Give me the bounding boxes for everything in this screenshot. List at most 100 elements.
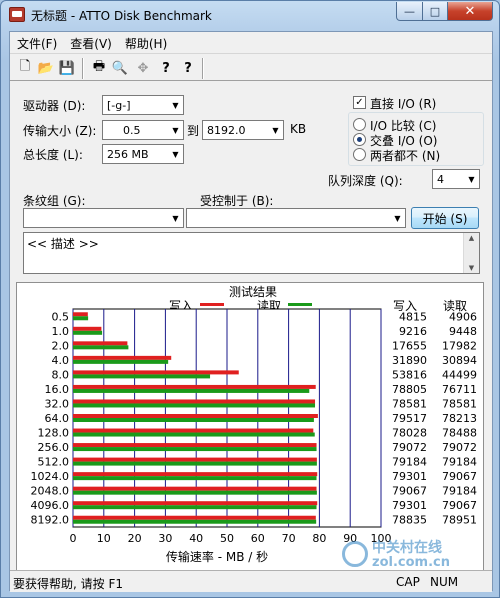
results-panel: 测试结果 写入 读取 写入 读取 传输速率 - MB / 秒 0 10 20 30 40… bbox=[16, 282, 484, 572]
write-bar bbox=[73, 326, 102, 331]
read-bar bbox=[73, 418, 314, 422]
y-category-label: 512.0 bbox=[38, 456, 70, 469]
write-bar bbox=[73, 472, 318, 477]
write-bar bbox=[73, 355, 172, 360]
write-bar bbox=[73, 501, 318, 506]
stripe-group-select[interactable]: ▼ bbox=[23, 208, 184, 228]
caps-lock-indicator: CAP bbox=[396, 575, 420, 589]
toolbar-separator bbox=[82, 58, 84, 79]
menu-help[interactable]: 帮助(H) bbox=[118, 32, 173, 52]
client-area: 文件(F) 查看(V) 帮助(H) 🗋 📂 💾 🖶 🔍 ✥ ? ? 驱动器 (D… bbox=[9, 31, 493, 592]
y-category-label: 256.0 bbox=[38, 441, 70, 454]
read-bar bbox=[73, 519, 317, 524]
app-icon[interactable] bbox=[9, 7, 25, 22]
new-file-icon[interactable]: 🗋 bbox=[16, 59, 34, 77]
chevron-down-icon: ▼ bbox=[172, 125, 179, 135]
total-length-select[interactable]: 256 MB ▼ bbox=[102, 144, 184, 164]
chart-title: 测试结果 bbox=[229, 284, 277, 299]
controlled-by-select[interactable]: ▼ bbox=[186, 208, 406, 228]
read-value: 79184 bbox=[442, 485, 477, 498]
legend-write-swatch bbox=[200, 303, 224, 306]
maximize-button[interactable]: □ bbox=[422, 2, 448, 21]
description-box[interactable]: << 描述 >> ▲ ▼ bbox=[23, 232, 480, 274]
transfer-to-value: 8192.0 bbox=[207, 123, 246, 137]
x-tick-label: 90 bbox=[343, 532, 357, 545]
y-category-label: 2.0 bbox=[52, 339, 70, 352]
read-value: 30894 bbox=[442, 354, 477, 367]
transfer-from-select[interactable]: 0.5 ▼ bbox=[102, 120, 184, 140]
x-tick-label: 20 bbox=[128, 532, 142, 545]
write-value: 78028 bbox=[392, 427, 427, 440]
read-value: 79067 bbox=[442, 470, 477, 483]
read-bar bbox=[73, 388, 310, 393]
write-value: 31890 bbox=[392, 354, 427, 367]
benchmark-chart: 测试结果 写入 读取 写入 读取 传输速率 - MB / 秒 0 10 20 30 40… bbox=[31, 284, 478, 564]
close-icon: ✕ bbox=[464, 3, 476, 19]
scroll-up-icon[interactable]: ▲ bbox=[464, 234, 479, 242]
io-compare-radio[interactable] bbox=[353, 118, 366, 131]
x-tick-label: 30 bbox=[158, 532, 172, 545]
drive-label: 驱动器 (D): bbox=[23, 99, 86, 113]
read-bar bbox=[73, 403, 316, 408]
direct-io-label: 直接 I/O (R) bbox=[370, 97, 437, 111]
read-bar bbox=[73, 490, 317, 495]
read-bar bbox=[73, 461, 317, 466]
num-lock-indicator: NUM bbox=[430, 575, 459, 589]
start-button[interactable]: 开始 (S) bbox=[411, 207, 479, 229]
save-icon[interactable]: 💾 bbox=[58, 59, 76, 77]
read-bar bbox=[73, 476, 317, 481]
menu-file[interactable]: 文件(F) bbox=[10, 32, 63, 52]
read-bar bbox=[73, 447, 317, 452]
y-category-label: 0.5 bbox=[52, 310, 70, 323]
y-category-label: 8.0 bbox=[52, 368, 70, 381]
minimize-button[interactable]: — bbox=[396, 2, 423, 21]
direct-io-checkbox[interactable]: ✓ bbox=[353, 96, 366, 109]
read-value: 17982 bbox=[442, 339, 477, 352]
chevron-down-icon: ▼ bbox=[172, 213, 179, 223]
write-value: 79072 bbox=[392, 441, 427, 454]
neither-label: 两者都不 (N) bbox=[370, 149, 441, 163]
read-value: 44499 bbox=[442, 368, 477, 381]
read-value: 78951 bbox=[442, 514, 477, 527]
write-value: 9216 bbox=[399, 325, 427, 338]
legend-read-swatch bbox=[288, 303, 312, 306]
read-bar bbox=[73, 505, 317, 510]
drive-select[interactable]: [-g-] ▼ bbox=[102, 95, 184, 115]
x-tick-label: 40 bbox=[189, 532, 203, 545]
write-value: 4815 bbox=[399, 310, 427, 323]
read-value: 76711 bbox=[442, 383, 477, 396]
scroll-down-icon[interactable]: ▼ bbox=[464, 264, 479, 272]
print-preview-icon[interactable]: 🔍 bbox=[111, 59, 129, 77]
write-bar bbox=[73, 370, 239, 375]
x-tick-label: 70 bbox=[282, 532, 296, 545]
overlap-io-radio[interactable] bbox=[353, 133, 366, 146]
print-icon[interactable]: 🖶 bbox=[90, 59, 108, 77]
close-button[interactable]: ✕ bbox=[447, 2, 493, 21]
drive-value: [-g-] bbox=[107, 98, 131, 112]
menu-bar: 文件(F) 查看(V) 帮助(H) bbox=[10, 32, 492, 52]
read-value: 79184 bbox=[442, 456, 477, 469]
neither-radio[interactable] bbox=[353, 148, 366, 161]
x-tick-label: 80 bbox=[312, 532, 326, 545]
menu-view[interactable]: 查看(V) bbox=[63, 32, 118, 52]
toolbar-separator bbox=[202, 58, 204, 79]
write-bar bbox=[73, 414, 318, 418]
transfer-to-select[interactable]: 8192.0 ▼ bbox=[202, 120, 284, 140]
description-scrollbar[interactable]: ▲ ▼ bbox=[463, 233, 479, 273]
x-tick-label: 100 bbox=[371, 532, 392, 545]
write-value: 79067 bbox=[392, 485, 427, 498]
context-help-icon[interactable]: ? bbox=[179, 59, 197, 77]
queue-depth-select[interactable]: 4 ▼ bbox=[432, 169, 480, 189]
write-bar bbox=[73, 515, 316, 520]
to-label: 到 bbox=[187, 124, 200, 138]
write-value: 17655 bbox=[392, 339, 427, 352]
y-category-label: 64.0 bbox=[45, 412, 70, 425]
help-icon[interactable]: ? bbox=[157, 59, 175, 77]
x-tick-label: 0 bbox=[70, 532, 77, 545]
open-folder-icon[interactable]: 📂 bbox=[37, 59, 55, 77]
y-category-label: 32.0 bbox=[45, 397, 70, 410]
transfer-size-label: 传输大小 (Z): bbox=[23, 124, 97, 138]
queue-depth-label: 队列深度 (Q): bbox=[328, 174, 403, 188]
read-bar bbox=[73, 432, 315, 437]
title-bar[interactable]: 无标题 - ATTO Disk Benchmark — □ ✕ bbox=[1, 1, 500, 29]
